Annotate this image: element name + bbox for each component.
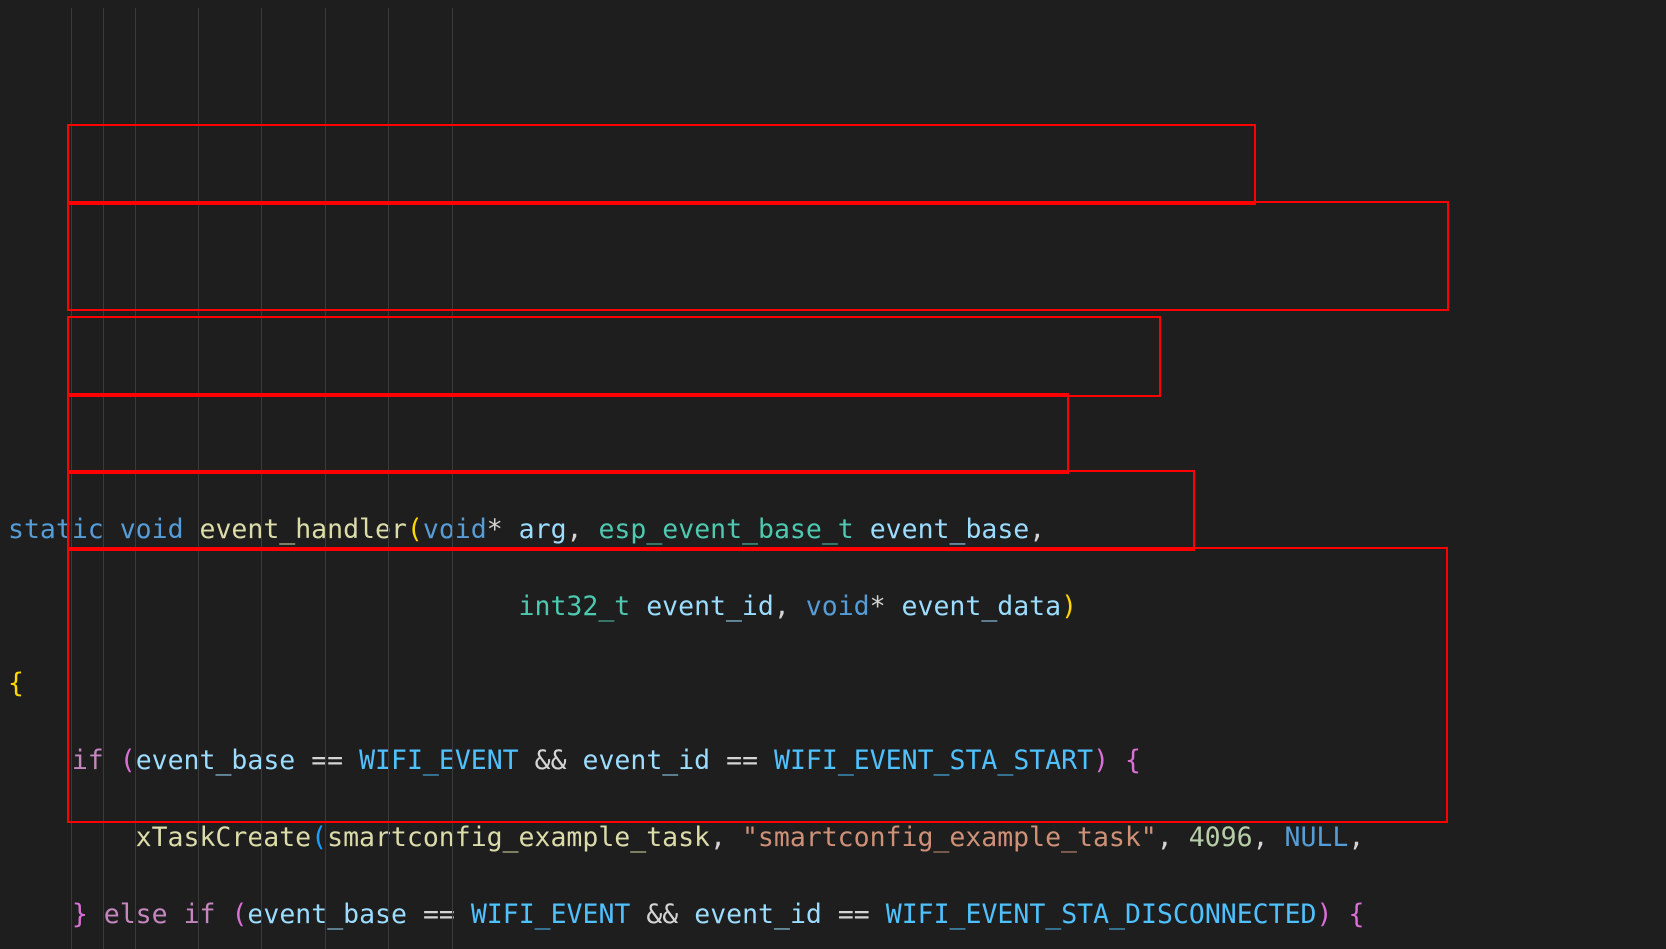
operator: == — [311, 745, 343, 776]
number: 4096 — [1189, 822, 1253, 853]
highlight-box-4 — [67, 393, 1069, 474]
function-call: xTaskCreate — [136, 822, 312, 853]
indent-guides — [0, 0, 64, 385]
code-line[interactable]: { — [8, 665, 1666, 704]
operator: * — [487, 514, 503, 545]
comma: , — [1029, 514, 1045, 545]
string: "smartconfig_example_task" — [742, 822, 1157, 853]
variable: event_id — [583, 745, 711, 776]
comma: , — [1348, 822, 1364, 853]
paren: ( — [407, 514, 423, 545]
operator: && — [535, 745, 567, 776]
highlight-box-3 — [67, 316, 1161, 397]
brace: } — [72, 899, 88, 930]
variable: event_id — [694, 899, 822, 930]
constant: WIFI_EVENT — [359, 745, 519, 776]
paren: ) — [1093, 745, 1109, 776]
operator: * — [870, 591, 886, 622]
operator: == — [423, 899, 455, 930]
type: void — [806, 591, 870, 622]
function-ref: smartconfig_example_task — [327, 822, 710, 853]
param: arg — [519, 514, 567, 545]
constant: NULL — [1284, 822, 1348, 853]
paren: ( — [231, 899, 247, 930]
param: event_id — [646, 591, 774, 622]
code-editor[interactable]: static void event_handler(void* arg, esp… — [0, 0, 1666, 949]
variable: event_base — [247, 899, 407, 930]
comma: , — [710, 822, 726, 853]
constant: WIFI_EVENT_STA_DISCONNECTED — [886, 899, 1317, 930]
paren: ( — [311, 822, 327, 853]
code-line[interactable]: static void event_handler(void* arg, esp… — [8, 511, 1666, 550]
code-line[interactable]: int32_t event_id, void* event_data) — [8, 588, 1666, 627]
brace: { — [1125, 745, 1141, 776]
code-line[interactable]: } else if (event_base == WIFI_EVENT && e… — [8, 896, 1666, 935]
function-name: event_handler — [200, 514, 407, 545]
operator: == — [838, 899, 870, 930]
type: int32_t — [519, 591, 631, 622]
comma: , — [774, 591, 790, 622]
code-line[interactable]: xTaskCreate(smartconfig_example_task, "s… — [8, 819, 1666, 858]
keyword: static — [8, 514, 104, 545]
keyword: if — [184, 899, 216, 930]
variable: event_base — [136, 745, 296, 776]
highlight-box-2 — [67, 201, 1449, 311]
paren: ) — [1317, 899, 1333, 930]
operator: && — [646, 899, 678, 930]
keyword: if — [72, 745, 104, 776]
constant: WIFI_EVENT — [471, 899, 631, 930]
keyword: void — [120, 514, 184, 545]
brace: { — [8, 668, 24, 699]
param: event_data — [902, 591, 1062, 622]
code-line[interactable]: if (event_base == WIFI_EVENT && event_id… — [8, 742, 1666, 781]
keyword: else — [104, 899, 168, 930]
type: esp_event_base_t — [598, 514, 853, 545]
paren: ) — [1061, 591, 1077, 622]
operator: == — [726, 745, 758, 776]
paren: ( — [120, 745, 136, 776]
comma: , — [1157, 822, 1173, 853]
brace: { — [1348, 899, 1364, 930]
comma: , — [1253, 822, 1269, 853]
comma: , — [567, 514, 583, 545]
type: void — [423, 514, 487, 545]
highlight-box-1 — [67, 124, 1256, 205]
constant: WIFI_EVENT_STA_START — [774, 745, 1093, 776]
param: event_base — [870, 514, 1030, 545]
